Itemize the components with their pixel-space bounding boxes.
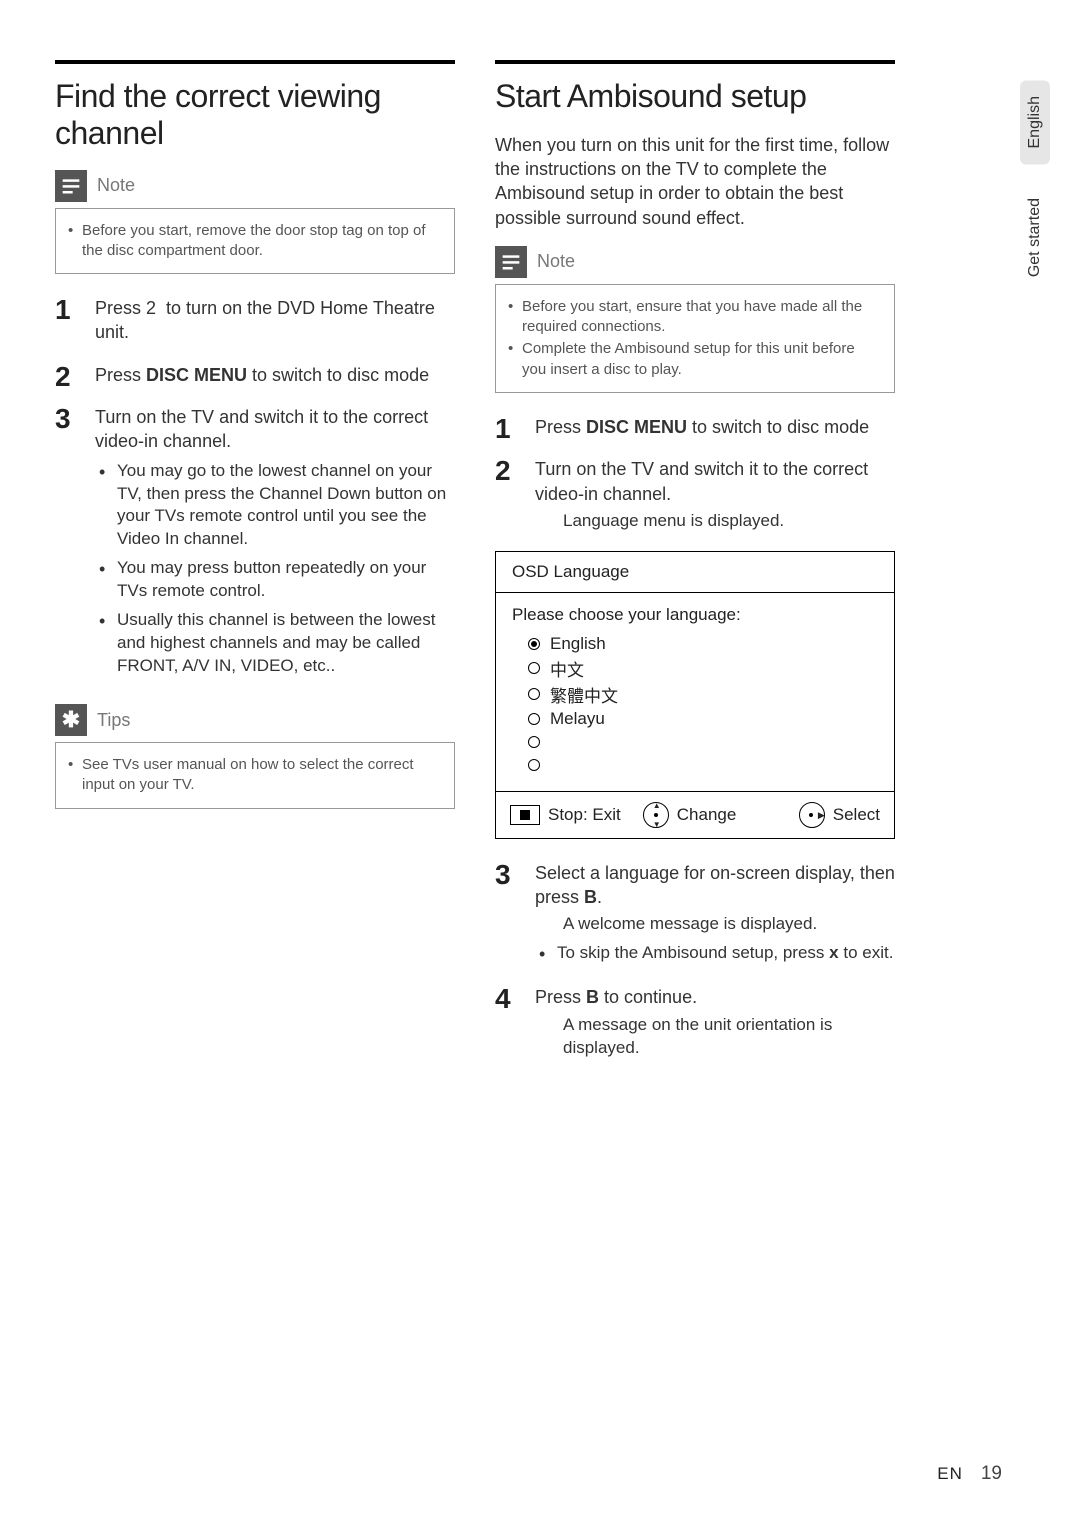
osd-change-label: Change bbox=[677, 805, 737, 825]
step-number: 1 bbox=[495, 415, 517, 443]
note-item: Before you start, ensure that you have m… bbox=[508, 297, 882, 338]
radio-icon bbox=[528, 688, 540, 700]
step-number: 2 bbox=[55, 363, 77, 391]
footer-lang: EN bbox=[937, 1464, 963, 1484]
radio-selected-icon bbox=[528, 638, 540, 650]
note-block: Note Before you start, remove the door s… bbox=[55, 170, 455, 275]
step-text: Press DISC MENU to switch to disc mode bbox=[535, 415, 895, 439]
osd-stop[interactable]: Stop: Exit bbox=[510, 805, 621, 825]
steps-left: 1 Press 2 to turn on the DVD Home Theatr… bbox=[55, 296, 455, 684]
radio-icon bbox=[528, 662, 540, 674]
step: 4 Press B to continue. A message on the … bbox=[495, 985, 895, 1063]
osd-option[interactable]: English bbox=[528, 633, 878, 655]
osd-select-label: Select bbox=[833, 805, 880, 825]
note-icon bbox=[495, 246, 527, 278]
note-label: Note bbox=[97, 175, 135, 196]
note-icon bbox=[55, 170, 87, 202]
osd-option[interactable] bbox=[528, 754, 878, 776]
step: 2 Turn on the TV and switch it to the co… bbox=[495, 457, 895, 537]
step: 3 Turn on the TV and switch it to the co… bbox=[55, 405, 455, 684]
heading-right: Start Ambisound setup bbox=[495, 78, 895, 115]
step-number: 4 bbox=[495, 985, 517, 1063]
osd-option-label: English bbox=[550, 634, 606, 654]
intro-text: When you turn on this unit for the first… bbox=[495, 133, 895, 230]
osd-title: OSD Language bbox=[496, 552, 894, 593]
step-sub: A welcome message is displayed. bbox=[535, 913, 895, 936]
step: 3 Select a language for on-screen displa… bbox=[495, 861, 895, 971]
step-text: Select a language for on-screen display,… bbox=[535, 861, 895, 910]
page-footer: EN 19 bbox=[937, 1463, 1002, 1485]
osd-option-label: 中文 bbox=[550, 656, 584, 681]
osd-stop-label: Stop: Exit bbox=[548, 805, 621, 825]
note-label: Note bbox=[537, 251, 575, 272]
stop-icon bbox=[510, 805, 540, 825]
rule bbox=[495, 60, 895, 64]
tab-language: English bbox=[1020, 80, 1050, 164]
step-sub: A message on the unit orientation is dis… bbox=[535, 1014, 895, 1060]
step: 1 Press DISC MENU to switch to disc mode bbox=[495, 415, 895, 443]
step-text: Press 2 to turn on the DVD Home Theatre … bbox=[95, 296, 455, 345]
osd-select[interactable]: Select bbox=[799, 802, 880, 828]
step-number: 3 bbox=[495, 861, 517, 971]
step-number: 2 bbox=[495, 457, 517, 537]
footer-page: 19 bbox=[981, 1463, 1002, 1485]
osd-option[interactable]: 繁體中文 bbox=[528, 682, 878, 707]
side-tabs: English Get started bbox=[1015, 80, 1055, 294]
heading-left: Find the correct viewing channel bbox=[55, 78, 455, 152]
radio-icon bbox=[528, 736, 540, 748]
tips-label: Tips bbox=[97, 710, 130, 731]
step: 2 Press DISC MENU to switch to disc mode bbox=[55, 363, 455, 391]
tips-block: ✱ Tips See TVs user manual on how to sel… bbox=[55, 704, 455, 809]
rule bbox=[55, 60, 455, 64]
nav-right-icon bbox=[799, 802, 825, 828]
note-box: Before you start, ensure that you have m… bbox=[495, 284, 895, 393]
tips-icon: ✱ bbox=[55, 704, 87, 736]
osd-footer: Stop: Exit Change Select bbox=[496, 791, 894, 838]
osd-options: English 中文 繁體中文 Melayu bbox=[512, 633, 878, 776]
bullet: Usually this channel is between the lowe… bbox=[95, 609, 455, 678]
step-text: Turn on the TV and switch it to the corr… bbox=[95, 405, 455, 454]
note-item: Complete the Ambisound setup for this un… bbox=[508, 339, 882, 380]
note-box: Before you start, remove the door stop t… bbox=[55, 208, 455, 275]
step-text: Turn on the TV and switch it to the corr… bbox=[535, 457, 895, 506]
nav-updown-icon bbox=[643, 802, 669, 828]
bullet: You may press button repeatedly on your … bbox=[95, 557, 455, 603]
osd-option-label: 繁體中文 bbox=[550, 682, 618, 707]
osd-prompt: Please choose your language: bbox=[512, 605, 878, 625]
osd-change[interactable]: Change bbox=[643, 802, 737, 828]
tab-section: Get started bbox=[1020, 182, 1050, 293]
left-column: Find the correct viewing channel Note Be… bbox=[55, 60, 455, 1077]
bullet: To skip the Ambisound setup, press x to … bbox=[535, 942, 895, 965]
step-text: Press DISC MENU to switch to disc mode bbox=[95, 363, 455, 387]
osd-panel: OSD Language Please choose your language… bbox=[495, 551, 895, 839]
step-sub: Language menu is displayed. bbox=[535, 510, 895, 533]
note-item: Before you start, remove the door stop t… bbox=[68, 221, 442, 262]
step: 1 Press 2 to turn on the DVD Home Theatr… bbox=[55, 296, 455, 349]
steps-right-b: 3 Select a language for on-screen displa… bbox=[495, 861, 895, 1064]
bullet: You may go to the lowest channel on your… bbox=[95, 460, 455, 552]
page: English Get started Find the correct vie… bbox=[0, 0, 1080, 1527]
step-number: 3 bbox=[55, 405, 77, 684]
osd-option[interactable]: 中文 bbox=[528, 656, 878, 681]
radio-icon bbox=[528, 759, 540, 771]
osd-option[interactable]: Melayu bbox=[528, 708, 878, 730]
step-number: 1 bbox=[55, 296, 77, 349]
radio-icon bbox=[528, 713, 540, 725]
osd-option-label: Melayu bbox=[550, 709, 605, 729]
tips-item: See TVs user manual on how to select the… bbox=[68, 755, 442, 796]
osd-option[interactable] bbox=[528, 731, 878, 753]
tips-box: See TVs user manual on how to select the… bbox=[55, 742, 455, 809]
right-column: Start Ambisound setup When you turn on t… bbox=[495, 60, 895, 1077]
step-text: Press B to continue. bbox=[535, 985, 895, 1009]
steps-right-a: 1 Press DISC MENU to switch to disc mode… bbox=[495, 415, 895, 537]
note-block: Note Before you start, ensure that you h… bbox=[495, 246, 895, 393]
